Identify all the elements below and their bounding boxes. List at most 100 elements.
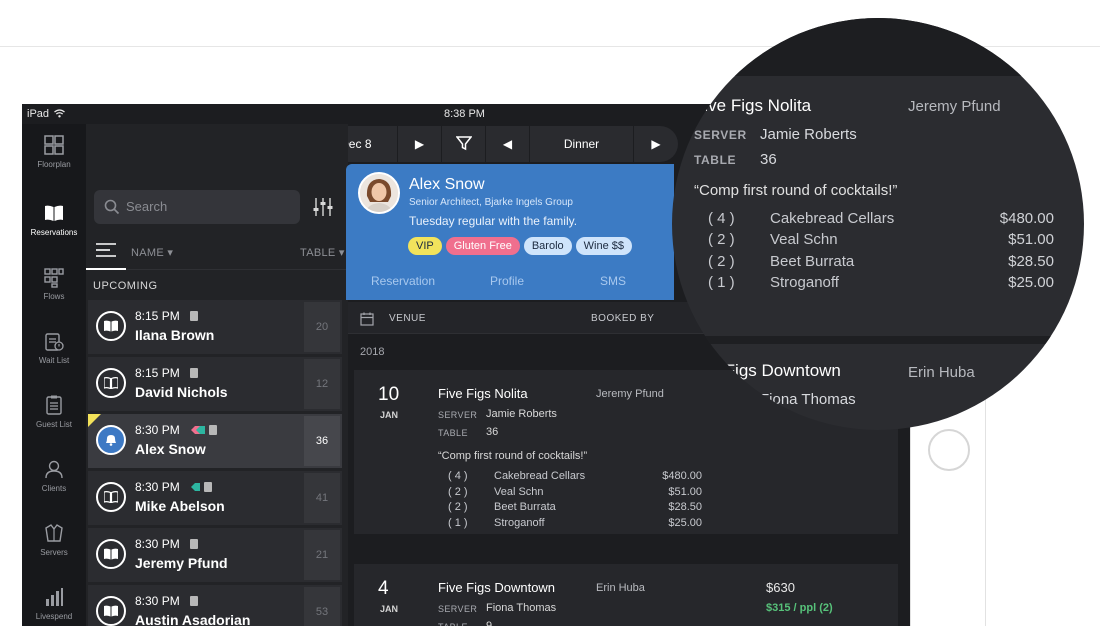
guest-name: Austin Asadorian xyxy=(135,612,251,626)
shift-selector[interactable]: Dinner xyxy=(530,126,634,162)
order-qty: ( 2 ) xyxy=(448,501,468,513)
reservation-time: 8:15 PM xyxy=(135,366,180,380)
book-icon xyxy=(104,605,118,617)
search-input[interactable]: Search xyxy=(94,190,300,224)
flows-icon xyxy=(44,268,64,288)
servers-icon xyxy=(45,524,63,542)
order-item: Stroganoff xyxy=(494,517,545,529)
prev-shift-button[interactable]: ◀ xyxy=(486,126,530,162)
visit-venue: Five Figs Nolita xyxy=(438,386,528,401)
table-number: 20 xyxy=(304,302,340,352)
search-icon xyxy=(104,199,120,215)
nav-item-reservations[interactable]: Reservations xyxy=(22,202,86,262)
nav-item-wait-list[interactable]: Wait List xyxy=(22,330,86,390)
zoom-server-label: SERVER xyxy=(694,128,747,142)
table-number: 53 xyxy=(304,587,340,626)
reservation-row[interactable]: 8:30 PM Austin Asadorian 53 xyxy=(88,585,342,626)
nav-label: Flows xyxy=(43,292,65,301)
zoom-order-item: Beet Burrata xyxy=(770,253,855,270)
next-shift-button[interactable]: ▶ xyxy=(634,126,678,162)
left-nav: Floorplan Reservations Flows Wait List G… xyxy=(22,124,86,626)
tab-sms[interactable]: SMS xyxy=(600,274,626,288)
zoom-table: 36 xyxy=(760,151,777,168)
zoom-order-qty: ( 4 ) xyxy=(708,210,735,227)
filter-button[interactable] xyxy=(442,126,486,162)
reservation-row[interactable]: 8:30 PM Mike Abelson 41 xyxy=(88,471,342,525)
table-number: 12 xyxy=(304,359,340,409)
seated-badge xyxy=(96,425,126,455)
table-label: TABLE xyxy=(438,622,468,626)
waitlist-icon xyxy=(45,333,64,351)
zoom-order-qty: ( 2 ) xyxy=(708,253,735,270)
guestlist-icon xyxy=(46,395,62,415)
tab-profile[interactable]: Profile xyxy=(490,274,524,288)
visit-per-person: $315 / ppl (2) xyxy=(766,602,833,614)
reservation-row[interactable]: 8:15 PM David Nichols 12 xyxy=(88,357,342,411)
floorplan-icon xyxy=(44,135,64,155)
sort-name-header[interactable]: NAME ▾ xyxy=(131,246,173,259)
nav-item-clients[interactable]: Clients xyxy=(22,458,86,518)
note-icon xyxy=(190,368,198,378)
server-label: SERVER xyxy=(438,410,478,420)
nav-item-flows[interactable]: Flows xyxy=(22,266,86,326)
tab-reservation[interactable]: Reservation xyxy=(371,274,435,288)
zoom-visit-venue-2: ve Figs Downtown xyxy=(702,361,841,380)
reservation-status-icon xyxy=(96,482,126,512)
magnifier-divider xyxy=(672,336,1084,344)
magnifier-callout: Five Figs Nolita Jeremy Pfund SERVER Jam… xyxy=(672,18,1084,430)
nav-label: Floorplan xyxy=(37,160,71,169)
nav-item-livespend[interactable]: Livespend xyxy=(22,586,86,626)
section-heading: UPCOMING xyxy=(93,280,158,292)
visit-booked-by: Jeremy Pfund xyxy=(596,388,664,400)
zoom-booked-by-2: Erin Huba xyxy=(908,364,975,381)
nav-item-floorplan[interactable]: Floorplan xyxy=(22,134,86,194)
guest-note: Tuesday regular with the family. xyxy=(409,214,578,228)
order-item: Veal Schn xyxy=(494,486,544,498)
server-label: SERVER xyxy=(438,604,478,614)
reservation-status-icon xyxy=(96,368,126,398)
reservation-time: 8:30 PM xyxy=(135,480,180,494)
reservation-row[interactable]: 8:30 PM Jeremy Pfund 21 xyxy=(88,528,342,582)
visit-month: JAN xyxy=(380,604,399,614)
guest-name: Alex Snow xyxy=(135,441,206,457)
note-icon xyxy=(209,425,217,435)
sliders-icon[interactable] xyxy=(312,196,334,218)
order-qty: ( 1 ) xyxy=(448,517,468,529)
visit-month: JAN xyxy=(380,410,399,420)
nav-label: Reservations xyxy=(30,228,78,237)
menu-icon[interactable] xyxy=(96,242,116,258)
visit-note: “Comp first round of cocktails!” xyxy=(438,450,588,462)
reservation-status-icon xyxy=(96,311,126,341)
profile-tabs: Reservation Profile SMS xyxy=(346,262,674,300)
guest-name: Mike Abelson xyxy=(135,498,225,514)
guest-name: Ilana Brown xyxy=(135,327,215,343)
zoom-order-price: $480.00 xyxy=(999,210,1054,227)
reservation-status-icon xyxy=(96,596,126,626)
visit-table: 9 xyxy=(486,620,493,626)
zoom-order-item: Cakebread Cellars xyxy=(770,210,895,227)
funnel-icon xyxy=(454,136,473,151)
visit-card[interactable]: 4 JAN Five Figs Downtown Erin Huba SERVE… xyxy=(354,564,898,626)
reservation-row-selected[interactable]: 8:30 PM Alex Snow 36 xyxy=(88,414,342,468)
zoom-order-qty: ( 2 ) xyxy=(708,231,735,248)
reservation-row[interactable]: 8:15 PM Ilana Brown 20 xyxy=(88,300,342,354)
tag-barolo[interactable]: Barolo xyxy=(523,237,572,255)
tag-vip[interactable]: VIP xyxy=(408,237,442,255)
nav-item-servers[interactable]: Servers xyxy=(22,522,86,582)
search-placeholder: Search xyxy=(126,199,168,214)
tag-gluten-free[interactable]: Gluten Free xyxy=(445,237,520,255)
zoom-order-price: $28.50 xyxy=(1008,253,1054,270)
visit-venue: Five Figs Downtown xyxy=(438,580,556,595)
reservation-status-icon xyxy=(96,539,126,569)
nav-item-guest-list[interactable]: Guest List xyxy=(22,394,86,454)
table-number: 21 xyxy=(304,530,340,580)
order-qty: ( 2 ) xyxy=(448,486,468,498)
screenshot-stage: iPad 8:38 PM Floorplan Reservations Flow… xyxy=(0,0,1100,626)
nav-label: Wait List xyxy=(38,356,70,365)
book-icon xyxy=(104,491,118,503)
guest-name: David Nichols xyxy=(135,384,228,400)
tag-wine[interactable]: Wine $$ xyxy=(575,237,632,255)
next-date-button[interactable]: ▶ xyxy=(398,126,442,162)
sort-table-header[interactable]: TABLE ▾ xyxy=(300,246,345,259)
guest-name-heading: Alex Snow xyxy=(409,176,485,193)
